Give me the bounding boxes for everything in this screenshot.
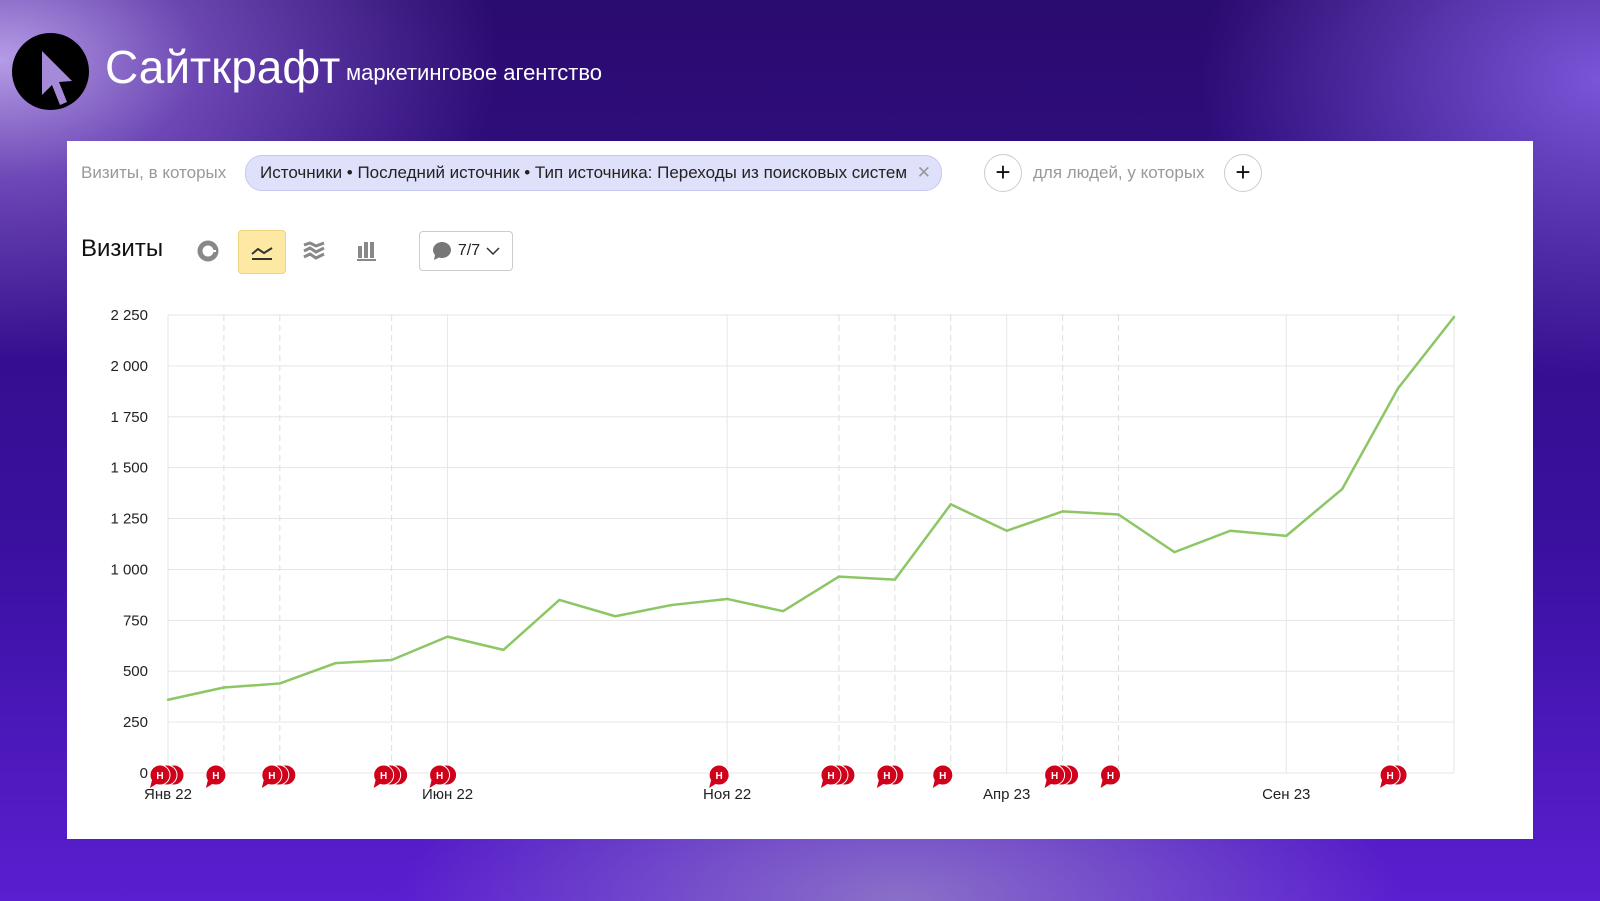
x-tick-label: Июн 22 [422, 786, 473, 803]
y-tick-label: 1 500 [110, 460, 148, 477]
data-point [502, 648, 505, 652]
annotation-marker-letter: Н [156, 771, 163, 782]
data-point [334, 661, 337, 665]
data-point [614, 615, 617, 618]
visits-series-line [167, 316, 1455, 701]
y-tick-label: 2 000 [110, 358, 148, 375]
data-point [1061, 510, 1064, 513]
brand-name: Сайткрафт [105, 41, 341, 93]
data-point [1229, 529, 1232, 532]
data-point [166, 698, 170, 701]
y-tick-label: 1 000 [110, 561, 148, 578]
data-point [1285, 534, 1288, 538]
y-tick-label: 2 250 [110, 307, 148, 324]
data-point [1452, 315, 1456, 319]
data-point [1396, 387, 1400, 390]
annotation-marker-letter: Н [380, 771, 387, 782]
cursor-icon [42, 51, 72, 105]
annotation-marker-letter: Н [939, 771, 946, 782]
data-point [781, 609, 785, 613]
data-point [949, 503, 952, 506]
data-point [1005, 529, 1008, 532]
y-tick-label: 0 [140, 765, 148, 782]
data-point [278, 682, 282, 685]
y-tick-label: 500 [123, 663, 148, 680]
annotation-marker-letter: Н [1107, 771, 1114, 782]
y-tick-label: 1 250 [110, 511, 148, 528]
visits-line-chart: 0 250 500 750 1 000 1 250 1 500 1 750 2 000 2 250… [110, 307, 1456, 803]
annotation-marker-letter: Н [436, 771, 443, 782]
annotation-marker-letter: Н [1386, 771, 1393, 782]
annotation-marker-letter: Н [212, 771, 219, 782]
data-point [1117, 513, 1120, 516]
metrica-report-card: Визиты, в которых Источники • Последний … [67, 141, 1533, 839]
data-point [390, 658, 393, 662]
annotation-marker-letter: Н [827, 771, 834, 782]
data-point [670, 603, 673, 607]
brand-tagline: маркетинговое агентство [346, 60, 603, 85]
data-point [1173, 550, 1176, 554]
data-point [222, 686, 226, 689]
data-point [837, 575, 841, 578]
y-tick-label: 250 [123, 714, 148, 731]
annotation-marker-letter: Н [1051, 771, 1058, 782]
annotation-marker-letter: Н [268, 771, 275, 782]
x-tick-label: Янв 22 [144, 786, 192, 803]
y-tick-label: 1 750 [110, 409, 148, 426]
y-tick-label: 750 [123, 612, 148, 629]
x-tick-label: Сен 23 [1262, 786, 1310, 803]
x-tick-label: Апр 23 [983, 786, 1030, 803]
x-tick-label: Ноя 22 [703, 786, 751, 803]
data-point [446, 635, 449, 638]
brand-logo [12, 33, 89, 110]
data-point [893, 578, 897, 581]
data-point [1340, 487, 1344, 491]
data-point [725, 597, 729, 601]
data-point [558, 598, 561, 602]
annotation-marker-letter: Н [883, 771, 890, 782]
annotation-marker-letter: Н [716, 771, 723, 782]
